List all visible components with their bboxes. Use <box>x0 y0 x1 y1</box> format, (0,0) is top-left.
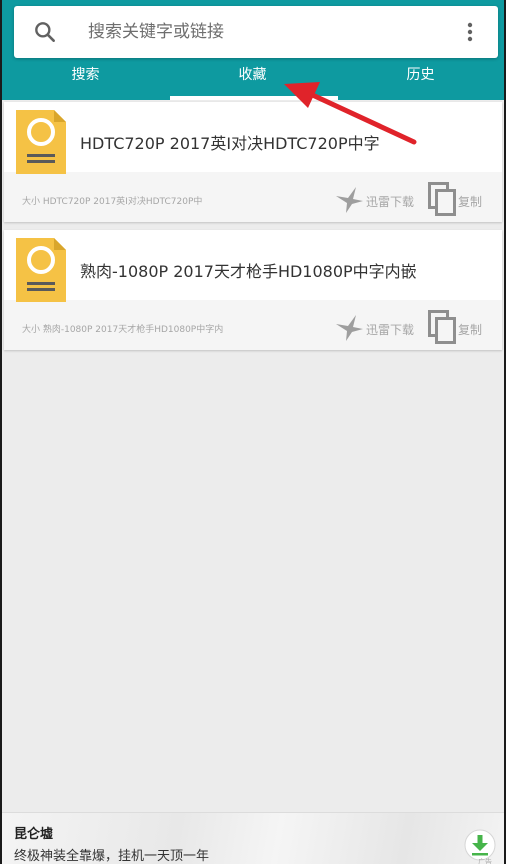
copy-icon <box>428 310 456 344</box>
more-vert-icon[interactable] <box>458 20 482 44</box>
list-item[interactable]: 熟肉-1080P 2017天才枪手HD1080P中字内嵌 大小 熟肉-1080P… <box>4 230 502 350</box>
ad-subtitle: 终极神装全靠爆，挂机一天顶一年 <box>14 849 210 864</box>
file-icon <box>16 238 66 302</box>
annotation-arrow <box>284 82 417 145</box>
item-size: 大小 熟肉-1080P 2017天才枪手HD1080P中字内 <box>22 325 224 335</box>
tab-search[interactable]: 搜索 <box>2 58 169 100</box>
item-title: 熟肉-1080P 2017天才枪手HD1080P中字内嵌 <box>80 262 417 281</box>
copy-button[interactable]: 复制 <box>428 182 494 216</box>
search-input[interactable] <box>88 14 448 50</box>
tab-bar: 搜索 收藏 历史 <box>2 58 504 100</box>
xunlei-download-button[interactable]: 迅雷下载 <box>334 312 418 344</box>
list-item-header: 熟肉-1080P 2017天才枪手HD1080P中字内嵌 <box>4 230 502 302</box>
search-bar[interactable] <box>14 6 498 58</box>
copy-label: 复制 <box>458 195 483 209</box>
copy-button[interactable]: 复制 <box>428 310 494 344</box>
item-size: 大小 HDTC720P 2017英I对决HDTC720P中 <box>22 197 203 207</box>
copy-icon <box>428 182 456 216</box>
screen-left-edge <box>0 0 2 864</box>
download-label: 迅雷下载 <box>366 323 415 337</box>
ad-badge: 广告 <box>478 858 492 864</box>
ad-title: 昆仑墟 <box>14 827 54 842</box>
copy-label: 复制 <box>458 323 483 337</box>
xunlei-download-button[interactable]: 迅雷下载 <box>334 184 418 216</box>
download-label: 迅雷下载 <box>366 195 415 209</box>
app-header: 搜索 收藏 历史 <box>2 0 504 100</box>
file-icon <box>16 110 66 174</box>
search-icon[interactable] <box>32 19 58 45</box>
xunlei-bird-icon <box>336 315 363 341</box>
xunlei-bird-icon <box>336 187 363 213</box>
ad-banner[interactable]: 昆仑墟 终极神装全靠爆，挂机一天顶一年 广告 <box>2 812 504 864</box>
list-item-header: HDTC720P 2017英I对决HDTC720P中字 <box>4 102 502 174</box>
list-item[interactable]: HDTC720P 2017英I对决HDTC720P中字 大小 HDTC720P … <box>4 102 502 222</box>
